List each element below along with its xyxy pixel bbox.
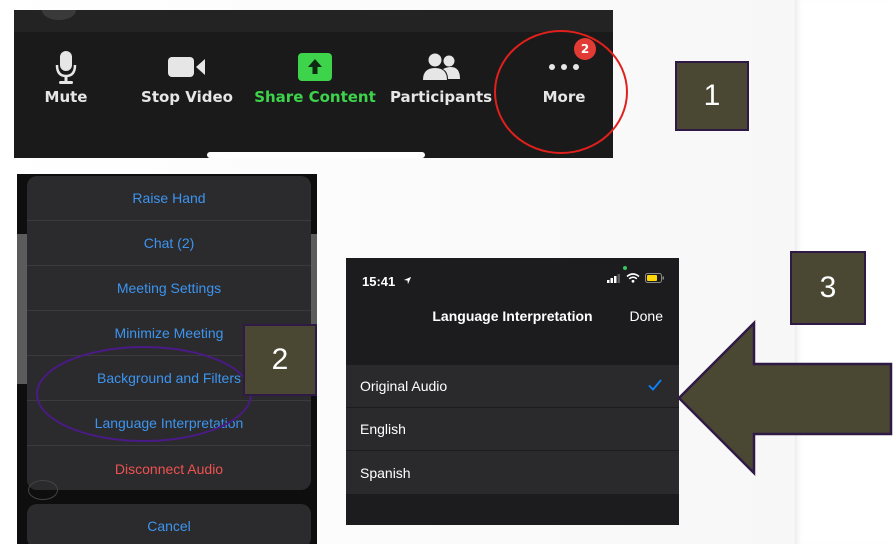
status-icons bbox=[607, 273, 665, 283]
participants-button[interactable]: Participants bbox=[388, 48, 494, 106]
toolbar-top-strip bbox=[14, 10, 613, 32]
wifi-icon bbox=[626, 273, 640, 283]
language-option-original-audio[interactable]: Original Audio bbox=[346, 365, 679, 408]
more-highlight-circle bbox=[494, 30, 628, 154]
status-time: 15:41 bbox=[362, 274, 396, 289]
done-button[interactable]: Done bbox=[630, 308, 663, 324]
participants-label: Participants bbox=[389, 88, 493, 106]
video-camera-icon bbox=[168, 57, 205, 77]
language-option-label: Original Audio bbox=[360, 378, 448, 394]
share-content-label: Share Content bbox=[254, 88, 376, 106]
battery-icon bbox=[645, 273, 664, 283]
pointing-arrow bbox=[677, 320, 893, 476]
meeting-settings-option[interactable]: Meeting Settings bbox=[27, 266, 311, 311]
mic-in-use-dot bbox=[623, 266, 627, 270]
status-bar: 15:41 bbox=[346, 258, 679, 298]
raise-hand-option[interactable]: Raise Hand bbox=[27, 176, 311, 221]
home-indicator bbox=[207, 152, 425, 158]
language-options-list: Original Audio English Spanish bbox=[346, 365, 679, 494]
toolbar-top-shape bbox=[42, 10, 76, 20]
mute-button[interactable]: Mute bbox=[36, 48, 96, 106]
stop-video-button[interactable]: Stop Video bbox=[138, 48, 236, 106]
step-2-number: 2 bbox=[271, 343, 289, 376]
step-1-box: 1 bbox=[675, 61, 749, 131]
checkmark-icon bbox=[648, 379, 662, 391]
language-interpretation-screen: 15:41 Language Interpretation Done Origi… bbox=[346, 258, 679, 525]
share-screen-icon bbox=[298, 53, 332, 81]
stop-video-label: Stop Video bbox=[141, 88, 233, 106]
cancel-button[interactable]: Cancel bbox=[27, 504, 311, 544]
step-3-number: 3 bbox=[819, 271, 837, 304]
disconnect-audio-option[interactable]: Disconnect Audio bbox=[27, 446, 311, 490]
location-arrow-icon bbox=[403, 276, 412, 285]
people-icon bbox=[423, 53, 460, 80]
language-option-label: English bbox=[360, 421, 406, 437]
language-option-spanish[interactable]: Spanish bbox=[346, 451, 679, 494]
step-2-box: 2 bbox=[243, 324, 317, 396]
mute-label: Mute bbox=[44, 88, 88, 106]
language-option-highlight-oval bbox=[36, 346, 252, 442]
language-option-label: Spanish bbox=[360, 464, 411, 481]
share-content-button[interactable]: Share Content bbox=[254, 48, 376, 106]
microphone-icon bbox=[55, 51, 77, 84]
chat-option[interactable]: Chat (2) bbox=[27, 221, 311, 266]
step-1-number: 1 bbox=[703, 79, 721, 112]
sheet-underlay-shape bbox=[28, 480, 58, 500]
step-3-box: 3 bbox=[790, 251, 866, 325]
signal-icon bbox=[607, 274, 620, 283]
language-option-english[interactable]: English bbox=[346, 408, 679, 451]
